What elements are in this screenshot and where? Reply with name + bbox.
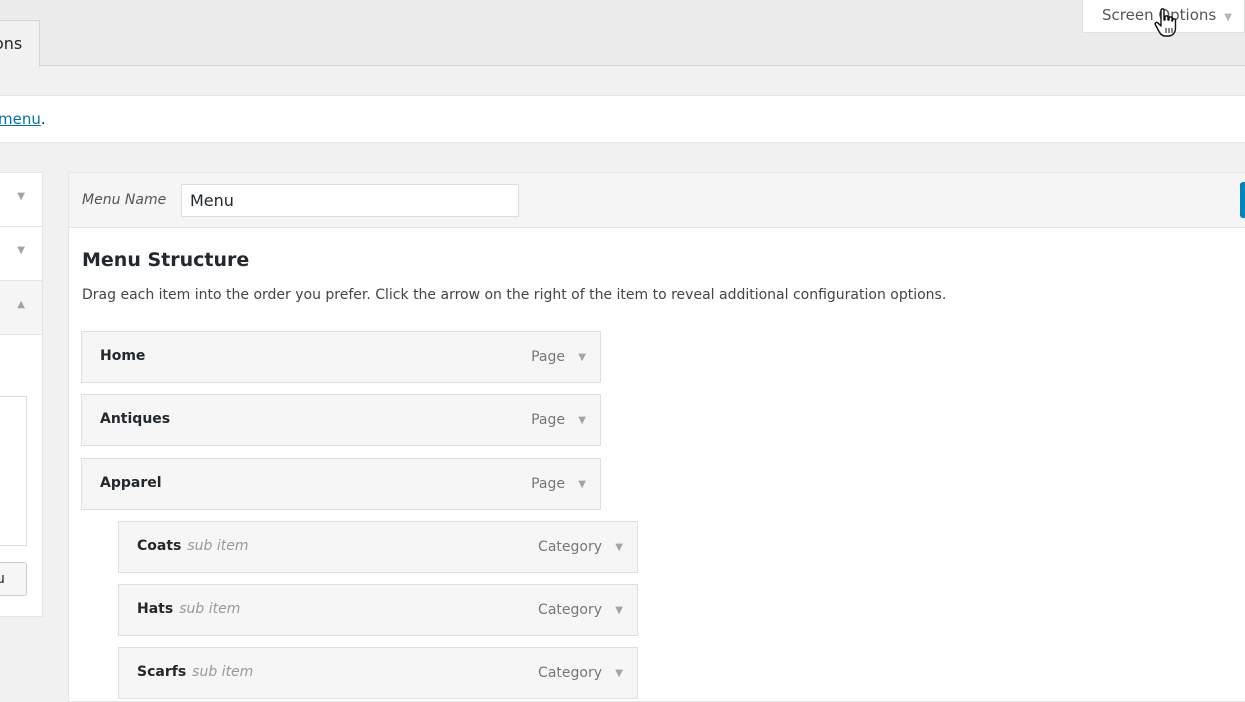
menu-item-title: Apparel xyxy=(100,475,162,491)
chevron-down-icon[interactable]: ▼ xyxy=(615,668,623,679)
sub-item-label: sub item xyxy=(187,538,249,554)
menu-item-type: Page xyxy=(531,349,565,365)
menu-item[interactable]: Home Page ▼ xyxy=(81,331,601,383)
chevron-up-icon: ▲ xyxy=(17,299,25,310)
menu-item-title: Home xyxy=(100,348,146,364)
accordion-section[interactable]: ▼ xyxy=(0,227,42,281)
menu-structure-title: Menu Structure xyxy=(82,249,250,271)
menu-item-type: Page xyxy=(531,412,565,428)
menu-item-type: Category xyxy=(538,602,602,618)
menu-edit-panel: Menu Name Menu Structure Drag each item … xyxy=(68,172,1245,702)
menu-item-title: Antiques xyxy=(100,411,171,427)
menu-item[interactable]: Antiques Page ▼ xyxy=(81,394,601,446)
items-checklist-box[interactable] xyxy=(0,396,27,546)
menu-item-title: Coats sub item xyxy=(137,538,249,554)
chevron-down-icon[interactable]: ▼ xyxy=(578,479,586,490)
chevron-down-icon: ▼ xyxy=(17,245,25,256)
menu-item-type: Category xyxy=(538,539,602,555)
menu-name-input[interactable] xyxy=(181,184,519,217)
menu-name-label: Menu Name xyxy=(82,192,167,208)
tab-label: ons xyxy=(0,34,23,53)
tab-strip xyxy=(0,0,1245,66)
chevron-down-icon[interactable]: ▼ xyxy=(615,605,623,616)
save-menu-button[interactable] xyxy=(1240,182,1245,218)
create-menu-link[interactable]: menu xyxy=(0,110,41,128)
menu-name-bar: Menu Name xyxy=(69,173,1245,228)
add-to-menu-button[interactable]: u xyxy=(0,562,27,596)
accordion-section[interactable]: ▼ xyxy=(0,173,42,227)
add-to-menu-label: u xyxy=(0,563,26,595)
menu-structure-description: Drag each item into the order you prefer… xyxy=(82,287,947,303)
hand-cursor-icon xyxy=(1154,8,1177,37)
menu-item-title: Scarfs sub item xyxy=(137,664,254,680)
accordion-section-open[interactable]: ▲ xyxy=(0,281,42,335)
chevron-down-icon: ▼ xyxy=(1224,12,1232,23)
menu-sub-item[interactable]: Hats sub item Category ▼ xyxy=(118,584,638,636)
chevron-down-icon[interactable]: ▼ xyxy=(578,352,586,363)
chevron-down-icon[interactable]: ▼ xyxy=(578,415,586,426)
sub-item-label: sub item xyxy=(192,664,254,680)
notice-suffix: . xyxy=(40,110,46,128)
chevron-down-icon: ▼ xyxy=(17,191,25,202)
sub-item-label: sub item xyxy=(179,601,241,617)
menu-item-title: Hats sub item xyxy=(137,601,241,617)
menu-sub-item[interactable]: Scarfs sub item Category ▼ xyxy=(118,647,638,699)
menu-item-type: Category xyxy=(538,665,602,681)
menu-sub-item[interactable]: Coats sub item Category ▼ xyxy=(118,521,638,573)
notice-bar: menu. xyxy=(0,95,1245,143)
tab-menus-options[interactable]: ons xyxy=(0,20,40,67)
add-menu-items-panel: ▼ ▼ ▲ u xyxy=(0,172,43,617)
chevron-down-icon[interactable]: ▼ xyxy=(615,542,623,553)
menu-item[interactable]: Apparel Page ▼ xyxy=(81,458,601,510)
menu-item-type: Page xyxy=(531,476,565,492)
